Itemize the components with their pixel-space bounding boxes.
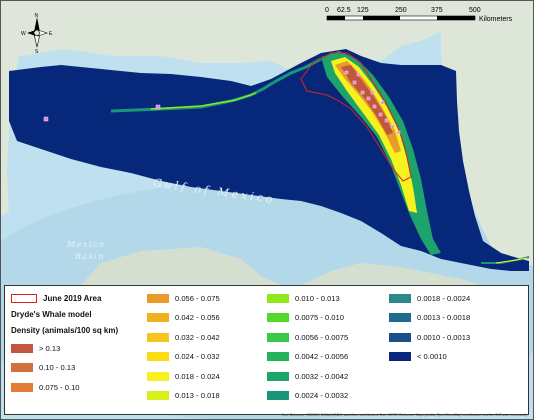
- sighting-marker: [378, 112, 383, 117]
- legend-swatch: [267, 293, 289, 303]
- north-letter: N: [35, 13, 39, 19]
- legend-area-label: June 2019 Area: [43, 293, 102, 303]
- legend-class-item: 0.018 - 0.024: [147, 370, 220, 382]
- scale-tick-3: 250: [395, 7, 407, 14]
- legend-class-label: 0.0075 - 0.010: [295, 313, 344, 322]
- legend-swatch: [267, 332, 289, 342]
- legend-class-label: 0.024 - 0.032: [175, 352, 220, 361]
- legend-model-title: Dryde's Whale model: [11, 308, 92, 320]
- legend-class-label: 0.0056 - 0.0075: [295, 332, 349, 342]
- legend-class-item: 0.0056 - 0.0075: [267, 331, 348, 343]
- scale-tick-4: 375: [431, 7, 443, 14]
- sighting-marker: [155, 104, 161, 110]
- legend-swatch: [389, 313, 411, 322]
- legend-class-label: 0.0024 - 0.0032: [295, 391, 349, 400]
- legend-class-item: 0.013 - 0.018: [147, 390, 220, 402]
- legend-swatch: [267, 371, 289, 381]
- label-basin-2: Basin: [74, 252, 105, 261]
- sighting-marker: [43, 116, 49, 122]
- legend-class-item: 0.0024 - 0.0032: [267, 390, 348, 402]
- sighting-marker: [370, 90, 375, 95]
- legend-class-label: 0.0042 - 0.0056: [295, 352, 349, 361]
- area-outline-swatch: [11, 293, 37, 303]
- legend-swatch: [147, 293, 169, 303]
- legend-swatch: [11, 382, 33, 392]
- legend-class-item: < 0.0010: [389, 351, 447, 363]
- scale-unit: Kilometers: [479, 16, 513, 23]
- legend-density-label: Density (animals/100 sq km): [11, 325, 119, 335]
- legend-class-label: 0.042 - 0.056: [175, 313, 220, 322]
- legend-swatch: [267, 391, 289, 400]
- legend-class-item: 0.0013 - 0.0018: [389, 312, 470, 324]
- legend-swatch: [147, 352, 169, 361]
- legend-class-label: 0.010 - 0.013: [295, 293, 340, 303]
- legend-class-label: 0.075 - 0.10: [39, 382, 80, 392]
- legend-class-label: 0.056 - 0.075: [175, 293, 220, 303]
- legend-swatch: [389, 352, 411, 361]
- legend-class-label: 0.10 - 0.13: [39, 363, 76, 372]
- legend-class-item: 0.0010 - 0.0013: [389, 331, 470, 343]
- scale-tick-2: 125: [357, 7, 369, 14]
- legend-area: June 2019 Area: [11, 292, 101, 304]
- sighting-marker: [372, 104, 377, 109]
- legend-class-item: 0.10 - 0.13: [11, 362, 75, 374]
- legend-swatch: [147, 391, 169, 400]
- map-frame: Gulf of Mexico Mexico Basin 0 62.5 125 2…: [0, 0, 534, 420]
- legend-swatch: [267, 313, 289, 322]
- north-arrow: N S W E: [21, 13, 53, 55]
- sighting-marker: [396, 130, 401, 135]
- legend-swatch: [147, 332, 169, 342]
- legend-swatch: [11, 363, 33, 372]
- legend-class-label: 0.0032 - 0.0042: [295, 371, 349, 381]
- sighting-marker: [352, 80, 357, 85]
- legend-class-item: > 0.13: [11, 342, 60, 354]
- south-letter: S: [35, 49, 39, 55]
- sighting-marker: [384, 118, 389, 123]
- sighting-marker: [356, 72, 361, 77]
- sighting-marker: [380, 100, 385, 105]
- scale-tick-0: 0: [325, 7, 329, 14]
- legend-swatch: [267, 352, 289, 361]
- legend-swatch: [11, 343, 33, 353]
- legend-class-item: 0.0032 - 0.0042: [267, 370, 348, 382]
- sighting-marker: [390, 124, 395, 129]
- legend-class-item: 0.056 - 0.075: [147, 292, 220, 304]
- map-attribution: Esri, DeLorme, GEBCO, NOAA NGDC, and oth…: [281, 413, 527, 417]
- legend-class-item: 0.075 - 0.10: [11, 381, 80, 393]
- legend-class-label: 0.018 - 0.024: [175, 371, 220, 381]
- legend-class-item: 0.0018 - 0.0024: [389, 292, 470, 304]
- legend-class-item: 0.024 - 0.032: [147, 351, 220, 363]
- sighting-marker: [366, 96, 371, 101]
- legend-class-label: 0.013 - 0.018: [175, 391, 220, 400]
- legend-class-item: 0.032 - 0.042: [147, 331, 220, 343]
- label-basin-1: Mexico: [66, 240, 105, 249]
- legend-class-label: > 0.13: [39, 343, 61, 353]
- legend-class-label: 0.032 - 0.042: [175, 332, 220, 342]
- sighting-marker: [360, 90, 365, 95]
- legend-class-label: < 0.0010: [417, 352, 447, 361]
- east-letter: E: [49, 31, 53, 37]
- west-letter: W: [21, 31, 26, 37]
- scale-tick-5: 500: [469, 7, 481, 14]
- legend-class-item: 0.010 - 0.013: [267, 292, 340, 304]
- sighting-marker: [344, 70, 349, 75]
- legend-class-label: 0.0018 - 0.0024: [417, 293, 471, 303]
- legend-swatch: [389, 332, 411, 342]
- legend-density-title: Density (animals/100 sq km): [11, 324, 118, 336]
- legend-swatch: [147, 371, 169, 381]
- legend: June 2019 Area Dryde's Whale model Densi…: [4, 285, 529, 415]
- legend-class-label: 0.0010 - 0.0013: [417, 332, 471, 342]
- legend-model-label: Dryde's Whale model: [11, 309, 92, 319]
- legend-class-item: 0.0075 - 0.010: [267, 312, 344, 324]
- scale-tick-1: 62.5: [337, 7, 351, 14]
- legend-class-item: 0.042 - 0.056: [147, 312, 220, 324]
- legend-class-item: 0.0042 - 0.0056: [267, 351, 348, 363]
- legend-swatch: [389, 293, 411, 303]
- legend-class-label: 0.0013 - 0.0018: [417, 313, 471, 322]
- legend-swatch: [147, 313, 169, 322]
